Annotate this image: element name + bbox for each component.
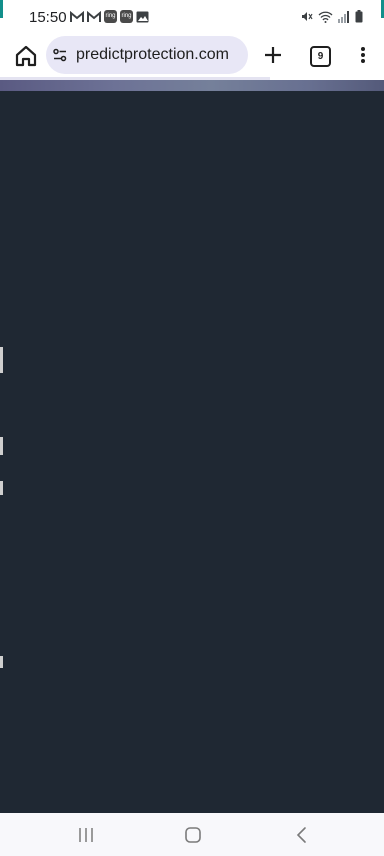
new-tab-button[interactable] bbox=[260, 42, 286, 68]
status-time: 15:50 bbox=[29, 9, 67, 26]
page-header-image bbox=[0, 80, 384, 91]
web-page-content[interactable] bbox=[0, 91, 384, 813]
ring-icon: ring bbox=[120, 10, 133, 23]
page-edge-marker bbox=[0, 481, 3, 495]
url-text[interactable]: predictprotection.com bbox=[76, 46, 229, 64]
more-menu-icon[interactable] bbox=[355, 42, 371, 68]
system-navigation-bar bbox=[0, 813, 384, 856]
wifi-icon bbox=[318, 11, 333, 23]
recent-apps-icon[interactable] bbox=[76, 825, 96, 845]
tab-switcher-button[interactable]: 9 bbox=[310, 46, 331, 67]
notification-icons: ring ring bbox=[70, 10, 149, 23]
page-edge-marker bbox=[0, 437, 3, 455]
home-button[interactable] bbox=[12, 42, 40, 70]
browser-toolbar: predictprotection.com 9 bbox=[0, 34, 384, 78]
signal-icon bbox=[338, 10, 349, 23]
home-icon[interactable] bbox=[183, 825, 203, 845]
back-icon[interactable] bbox=[292, 825, 312, 845]
mute-icon bbox=[302, 12, 313, 21]
status-bar: 15:50 ring ring bbox=[0, 0, 384, 34]
gmail-icon bbox=[87, 10, 101, 22]
page-edge-marker bbox=[0, 347, 3, 373]
image-icon bbox=[136, 11, 149, 22]
site-settings-icon[interactable] bbox=[52, 47, 68, 63]
status-accent bbox=[0, 0, 3, 18]
gmail-icon bbox=[70, 10, 84, 22]
system-icons bbox=[300, 10, 363, 23]
page-edge-marker bbox=[0, 656, 3, 668]
battery-icon bbox=[355, 10, 363, 23]
address-bar[interactable]: predictprotection.com bbox=[46, 36, 248, 74]
ring-icon: ring bbox=[104, 10, 117, 23]
